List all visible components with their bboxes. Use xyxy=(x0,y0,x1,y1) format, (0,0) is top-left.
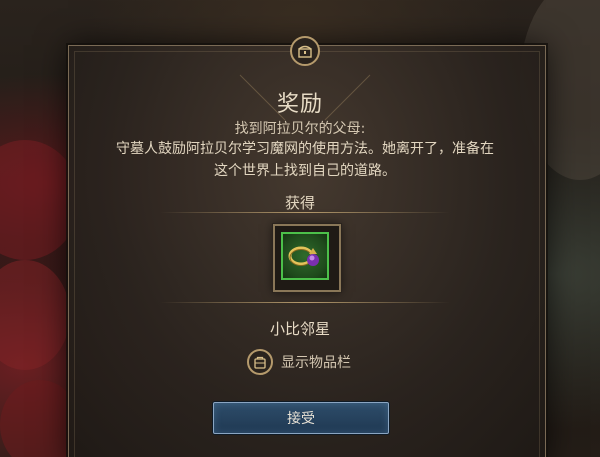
divider xyxy=(160,302,450,303)
quest-subtitle: 找到阿拉贝尔的父母: xyxy=(234,121,366,137)
background-foliage xyxy=(0,260,70,370)
reward-chest-icon xyxy=(290,36,320,66)
dialog-title: 奖励 xyxy=(276,92,323,117)
reward-item-slot[interactable] xyxy=(281,232,329,280)
show-inventory-control[interactable]: 显示物品栏 xyxy=(247,348,351,376)
reward-item-name: 小比邻星 xyxy=(269,320,330,338)
backpack-icon[interactable] xyxy=(247,349,273,375)
ring-icon xyxy=(288,246,319,266)
quest-description: 守墓人鼓励阿拉贝尔学习魔网的使用方法。她离开了，准备在 这个世界上找到自己的道路… xyxy=(90,138,520,182)
description-line: 这个世界上找到自己的道路。 xyxy=(214,163,396,179)
reward-item-frame[interactable] xyxy=(273,224,341,292)
game-scene: 奖励 找到阿拉贝尔的父母: 守墓人鼓励阿拉贝尔学习魔网的使用方法。她离开了，准备… xyxy=(0,0,600,457)
description-line: 守墓人鼓励阿拉贝尔学习魔网的使用方法。她离开了，准备在 xyxy=(116,141,494,157)
obtained-label: 获得 xyxy=(284,194,315,212)
accept-button[interactable]: 接受 xyxy=(213,402,389,434)
show-inventory-label[interactable]: 显示物品栏 xyxy=(281,352,351,372)
